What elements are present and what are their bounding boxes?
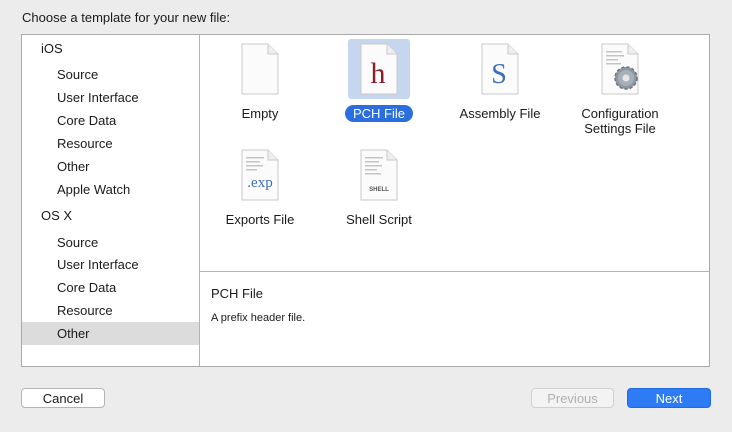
- dialog-prompt: Choose a template for your new file:: [22, 10, 231, 25]
- exports-file-icon: .exp: [241, 149, 279, 201]
- description-title: PCH File: [211, 286, 264, 301]
- sidebar-item-ios-source[interactable]: Source: [22, 63, 199, 86]
- previous-button[interactable]: Previous: [531, 388, 614, 408]
- sidebar-item-label: User Interface: [57, 257, 139, 272]
- description-body: A prefix header file.: [211, 312, 306, 324]
- config-settings-file-icon: [601, 43, 639, 95]
- template-pch-file[interactable]: h PCH File: [319, 39, 439, 122]
- template-label: Shell Script: [346, 212, 412, 227]
- template-chooser: iOS Source User Interface Core Data Reso…: [21, 34, 710, 367]
- sidebar-item-osx-source[interactable]: Source: [22, 231, 199, 254]
- sidebar-item-label: User Interface: [57, 90, 139, 105]
- template-label: Assembly File: [459, 106, 541, 121]
- template-label: PCH File: [344, 105, 413, 122]
- platform-sidebar: iOS Source User Interface Core Data Reso…: [22, 35, 200, 366]
- sidebar-item-osx-resource[interactable]: Resource: [22, 299, 199, 322]
- assembly-file-icon: S: [481, 43, 519, 95]
- sidebar-item-label: OS X: [41, 208, 73, 223]
- template-exports-file[interactable]: .exp Exports File: [200, 145, 320, 228]
- template-shell-script[interactable]: SHELL Shell Script: [319, 145, 439, 228]
- next-button[interactable]: Next: [627, 388, 711, 408]
- pch-file-icon: h: [360, 43, 398, 95]
- sidebar-item-osx-user-interface[interactable]: User Interface: [22, 253, 199, 276]
- assembly-glyph: S: [491, 59, 507, 90]
- sidebar-item-ios-resource[interactable]: Resource: [22, 132, 199, 155]
- sidebar-item-label: Apple Watch: [57, 182, 131, 197]
- template-empty[interactable]: Empty: [200, 39, 320, 122]
- template-label: Empty: [241, 106, 279, 121]
- cancel-button[interactable]: Cancel: [21, 388, 105, 408]
- template-grid: Empty h PCH File S Assembly File Configu…: [200, 35, 709, 272]
- template-label: Configuration Settings File: [573, 105, 666, 137]
- selected-tile-highlight: h: [348, 39, 410, 99]
- sidebar-item-label: Source: [57, 67, 99, 82]
- sidebar-item-label: Core Data: [57, 113, 117, 128]
- template-label-line2: Settings File: [584, 121, 656, 136]
- sidebar-item-osx-core-data[interactable]: Core Data: [22, 276, 199, 299]
- pch-glyph: h: [371, 57, 386, 90]
- sidebar-item-osx-other[interactable]: Other: [22, 322, 199, 345]
- sidebar-item-ios-user-interface[interactable]: User Interface: [22, 86, 199, 109]
- sidebar-item-label: Other: [57, 326, 90, 341]
- sidebar-item-ios-other[interactable]: Other: [22, 155, 199, 178]
- shell-glyph: SHELL: [369, 187, 389, 193]
- template-configuration-settings-file[interactable]: Configuration Settings File: [560, 39, 680, 137]
- sidebar-item-label: Core Data: [57, 280, 117, 295]
- sidebar-header-osx[interactable]: OS X: [22, 204, 199, 227]
- sidebar-item-ios-core-data[interactable]: Core Data: [22, 109, 199, 132]
- sidebar-item-label: Resource: [57, 303, 113, 318]
- template-label-line1: Configuration: [581, 106, 659, 121]
- template-description-panel: PCH File A prefix header file.: [200, 272, 709, 366]
- sidebar-item-label: iOS: [41, 41, 63, 56]
- template-assembly-file[interactable]: S Assembly File: [440, 39, 560, 122]
- shell-script-icon: SHELL: [360, 149, 398, 201]
- template-label: Exports File: [225, 212, 295, 227]
- sidebar-item-label: Other: [57, 159, 90, 174]
- sidebar-item-ios-apple-watch[interactable]: Apple Watch: [22, 178, 199, 201]
- blank-file-icon: [241, 43, 279, 95]
- sidebar-header-ios[interactable]: iOS: [22, 37, 199, 60]
- sidebar-item-label: Source: [57, 235, 99, 250]
- sidebar-item-label: Resource: [57, 136, 113, 151]
- exports-glyph: .exp: [247, 175, 272, 191]
